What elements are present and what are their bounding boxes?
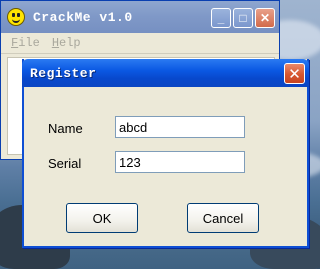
- main-title-bar[interactable]: CrackMe v1.0 _ □ ✕: [1, 1, 279, 33]
- minimize-icon[interactable]: _: [211, 8, 231, 28]
- name-input[interactable]: [115, 116, 245, 138]
- register-dialog: Register ✕ Name Serial OK Cancel: [22, 59, 309, 248]
- serial-input[interactable]: [115, 151, 245, 173]
- dialog-title: Register: [30, 65, 97, 81]
- menu-file[interactable]: File: [11, 36, 40, 50]
- serial-label: Serial: [48, 156, 82, 171]
- close-icon[interactable]: ✕: [284, 63, 305, 84]
- menu-help[interactable]: Help: [52, 36, 81, 50]
- menu-bar: File Help: [1, 33, 279, 54]
- cancel-button[interactable]: Cancel: [187, 203, 259, 233]
- main-window-title: CrackMe v1.0: [33, 9, 133, 25]
- dialog-title-bar[interactable]: Register ✕: [22, 59, 309, 87]
- maximize-icon[interactable]: □: [233, 8, 253, 28]
- ok-button[interactable]: OK: [66, 203, 138, 233]
- name-label: Name: [48, 121, 83, 136]
- close-icon[interactable]: ✕: [255, 8, 275, 28]
- smiley-icon: [7, 8, 25, 26]
